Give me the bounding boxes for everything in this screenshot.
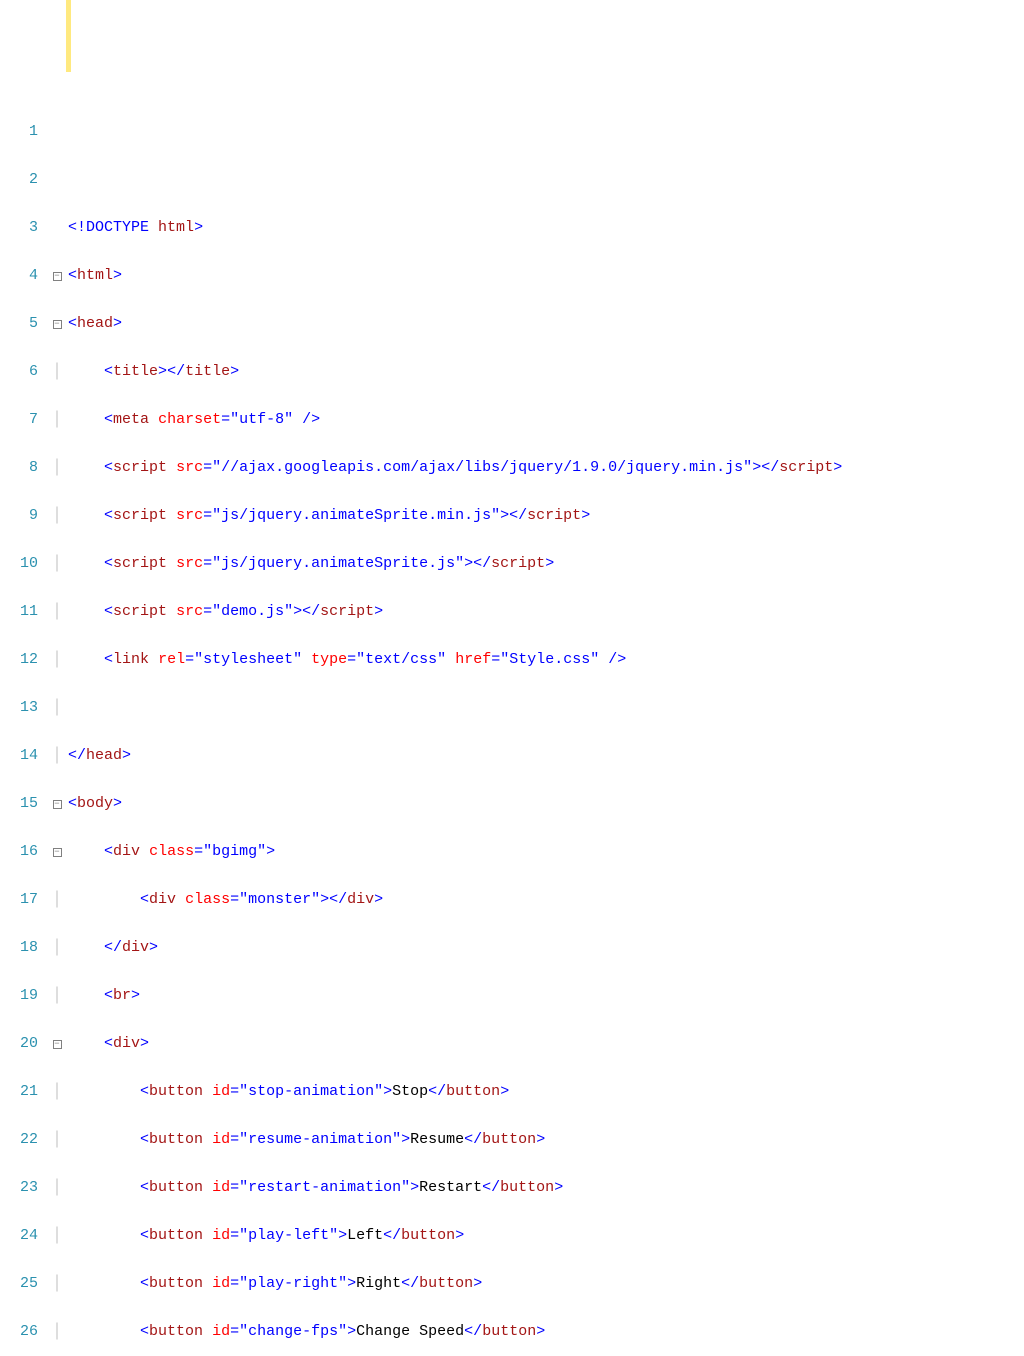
code-line[interactable]: <meta charset="utf-8" /> — [68, 408, 1024, 432]
fold-guide: │ — [52, 1227, 61, 1244]
line-number: 1 — [0, 120, 38, 144]
line-number: 18 — [0, 936, 38, 960]
line-number: 9 — [0, 504, 38, 528]
fold-guide: │ — [52, 363, 61, 380]
code-line[interactable]: <html> — [68, 264, 1024, 288]
line-number: 26 — [0, 1320, 38, 1344]
fold-guide: │ — [52, 747, 61, 764]
code-line[interactable] — [68, 696, 1024, 720]
code-line[interactable]: <button id="stop-animation">Stop</button… — [68, 1080, 1024, 1104]
code-area[interactable]: <!DOCTYPE html> <html> <head> <title></t… — [66, 96, 1024, 774]
fold-guide: │ — [52, 1323, 61, 1340]
code-line[interactable]: </div> — [68, 936, 1024, 960]
line-number: 4 — [0, 264, 38, 288]
code-line[interactable]: <button id="change-fps">Change Speed</bu… — [68, 1320, 1024, 1344]
code-line[interactable] — [68, 168, 1024, 192]
code-line[interactable]: <body> — [68, 792, 1024, 816]
code-line[interactable] — [68, 120, 1024, 144]
code-line[interactable]: <button id="resume-animation">Resume</bu… — [68, 1128, 1024, 1152]
code-line[interactable]: <div> — [68, 1032, 1024, 1056]
line-number: 2 — [0, 168, 38, 192]
fold-guide: │ — [52, 1275, 61, 1292]
fold-toggle-icon[interactable]: − — [53, 1040, 62, 1049]
line-number: 14 — [0, 744, 38, 768]
code-line[interactable]: <head> — [68, 312, 1024, 336]
fold-guide: │ — [52, 1179, 61, 1196]
fold-toggle-icon[interactable]: − — [53, 320, 62, 329]
line-number: 17 — [0, 888, 38, 912]
line-number: 5 — [0, 312, 38, 336]
fold-guide: │ — [52, 459, 61, 476]
fold-guide: │ — [52, 651, 61, 668]
code-line[interactable]: <button id="play-left">Left</button> — [68, 1224, 1024, 1248]
code-line[interactable]: <!DOCTYPE html> — [68, 216, 1024, 240]
code-line[interactable]: <script src="demo.js"></script> — [68, 600, 1024, 624]
line-number: 22 — [0, 1128, 38, 1152]
line-number-gutter: 1 2 3 4 5 6 7 8 9 10 11 12 13 14 15 16 1… — [0, 96, 48, 774]
change-marker — [66, 0, 71, 72]
fold-toggle-icon[interactable]: − — [53, 272, 62, 281]
fold-guide: │ — [52, 1083, 61, 1100]
fold-guide: │ — [52, 1131, 61, 1148]
code-line[interactable]: <link rel="stylesheet" type="text/css" h… — [68, 648, 1024, 672]
fold-toggle-icon[interactable]: − — [53, 848, 62, 857]
code-line[interactable]: <script src="js/jquery.animateSprite.min… — [68, 504, 1024, 528]
code-line[interactable]: <div class="monster"></div> — [68, 888, 1024, 912]
line-number: 24 — [0, 1224, 38, 1248]
line-number: 23 — [0, 1176, 38, 1200]
line-number: 13 — [0, 696, 38, 720]
code-line[interactable]: <script src="js/jquery.animateSprite.js"… — [68, 552, 1024, 576]
fold-guide: │ — [52, 891, 61, 908]
fold-toggle-icon[interactable]: − — [53, 800, 62, 809]
line-number: 11 — [0, 600, 38, 624]
line-number: 10 — [0, 552, 38, 576]
line-number: 20 — [0, 1032, 38, 1056]
code-line[interactable]: <button id="restart-animation">Restart</… — [68, 1176, 1024, 1200]
line-number: 6 — [0, 360, 38, 384]
fold-guide: │ — [52, 603, 61, 620]
fold-gutter: − − │ │ │ │ │ │ │ │ │ − − │ │ │ − │ │ │ … — [48, 96, 66, 774]
fold-guide: │ — [52, 939, 61, 956]
line-number: 25 — [0, 1272, 38, 1296]
fold-guide: │ — [52, 555, 61, 572]
fold-guide: │ — [52, 507, 61, 524]
line-number: 7 — [0, 408, 38, 432]
line-number: 12 — [0, 648, 38, 672]
code-line[interactable]: <br> — [68, 984, 1024, 1008]
code-line[interactable]: <script src="//ajax.googleapis.com/ajax/… — [68, 456, 1024, 480]
code-line[interactable]: <title></title> — [68, 360, 1024, 384]
line-number: 8 — [0, 456, 38, 480]
line-number: 21 — [0, 1080, 38, 1104]
code-editor[interactable]: 1 2 3 4 5 6 7 8 9 10 11 12 13 14 15 16 1… — [0, 96, 1024, 774]
fold-guide: │ — [52, 699, 61, 716]
code-line[interactable]: <div class="bgimg"> — [68, 840, 1024, 864]
line-number: 3 — [0, 216, 38, 240]
line-number: 16 — [0, 840, 38, 864]
code-line[interactable]: <button id="play-right">Right</button> — [68, 1272, 1024, 1296]
fold-guide: │ — [52, 987, 61, 1004]
fold-guide: │ — [52, 411, 61, 428]
line-number: 15 — [0, 792, 38, 816]
line-number: 19 — [0, 984, 38, 1008]
code-line[interactable]: </head> — [68, 744, 1024, 768]
